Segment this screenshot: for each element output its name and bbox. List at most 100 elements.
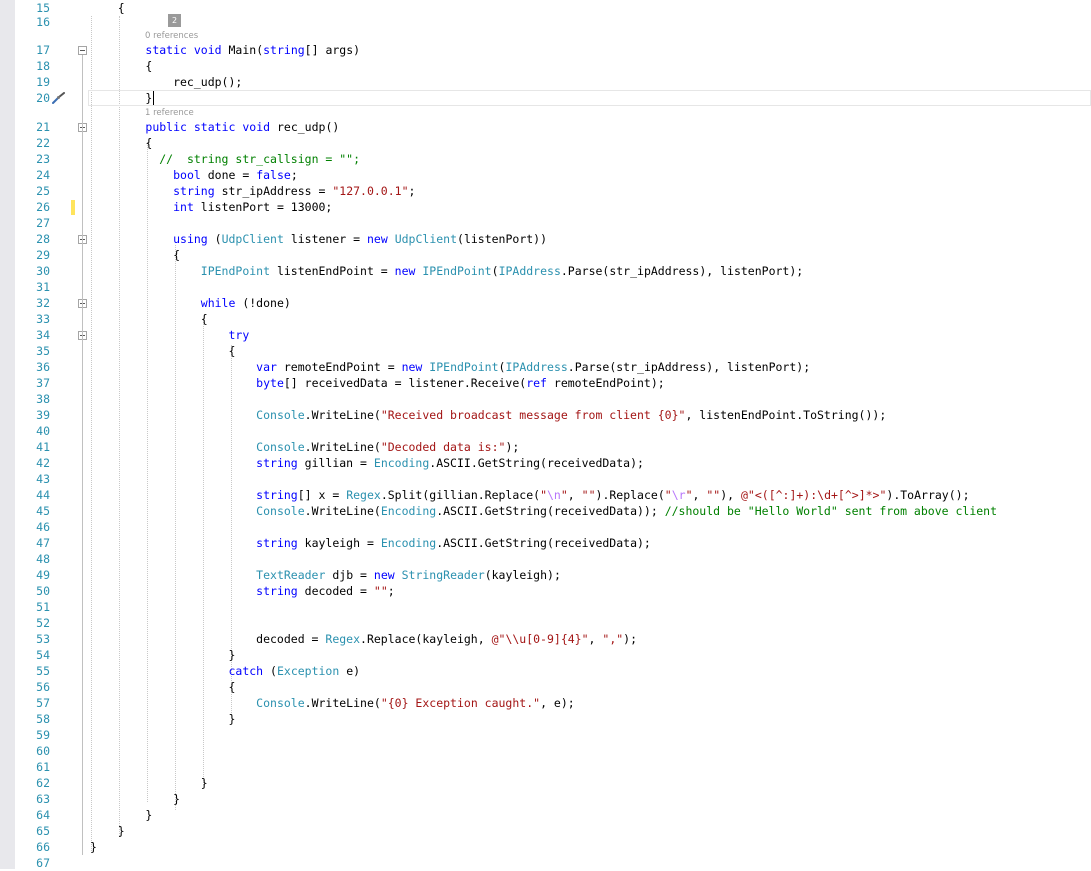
code-token: public: [145, 120, 187, 134]
code-token: );: [623, 632, 638, 646]
code-line[interactable]: }: [90, 775, 208, 791]
code-token: [] receivedData = listener.Receive(: [283, 376, 527, 390]
code-token: bool: [173, 168, 201, 182]
line-number: 27: [36, 216, 50, 230]
line-number: 59: [36, 728, 50, 742]
code-token: (kayleigh);: [484, 568, 561, 582]
line-number: 25: [36, 184, 50, 198]
code-line[interactable]: byte[] receivedData = listener.Receive(r…: [90, 375, 665, 391]
code-token: Console: [256, 504, 305, 518]
code-line[interactable]: Console.WriteLine(Encoding.ASCII.GetStri…: [90, 503, 997, 519]
code-token: TextReader: [256, 568, 326, 582]
code-line[interactable]: bool done = false;: [90, 167, 298, 183]
line-number: 64: [36, 808, 50, 822]
code-line[interactable]: public static void rec_udp(): [90, 119, 339, 135]
code-line[interactable]: }: [90, 791, 180, 807]
code-line[interactable]: while (!done): [90, 295, 291, 311]
code-line[interactable]: string[] x = Regex.Split(gillian.Replace…: [90, 487, 970, 503]
line-number: 50: [36, 584, 50, 598]
code-line[interactable]: static void Main(string[] args): [90, 42, 360, 58]
line-number: 33: [36, 312, 50, 326]
code-token: (: [491, 264, 499, 278]
code-token: Regex: [325, 632, 361, 646]
code-line[interactable]: decoded = Regex.Replace(kayleigh, @"\\u[…: [90, 631, 637, 647]
code-token: "Decoded data is:": [380, 440, 506, 454]
code-line[interactable]: }: [90, 839, 97, 855]
code-token: ,: [567, 488, 582, 502]
codelens-reference-count[interactable]: 0 references: [145, 31, 198, 41]
code-token: ": [664, 488, 672, 502]
code-line[interactable]: TextReader djb = new StringReader(kaylei…: [90, 567, 561, 583]
collapsed-hint-badge[interactable]: 2: [168, 14, 181, 27]
code-line[interactable]: IPEndPoint listenEndPoint = new IPEndPoi…: [90, 263, 803, 279]
line-number: 16: [36, 15, 50, 29]
code-token: ref: [526, 376, 547, 390]
code-token: ).ToArray();: [886, 488, 970, 502]
line-number: 34: [36, 328, 50, 342]
screwdriver-brush-icon[interactable]: [52, 92, 66, 104]
code-line[interactable]: string decoded = "";: [90, 583, 395, 599]
code-line[interactable]: {: [90, 135, 152, 151]
code-line[interactable]: }: [90, 90, 152, 106]
code-line[interactable]: }: [90, 823, 125, 839]
code-line[interactable]: }: [90, 711, 235, 727]
line-number: 49: [36, 568, 50, 582]
code-line[interactable]: {: [90, 247, 180, 263]
code-line[interactable]: string kayleigh = Encoding.ASCII.GetStri…: [90, 535, 651, 551]
code-token: UdpClient: [221, 232, 284, 246]
code-line[interactable]: }: [90, 807, 152, 823]
line-number: 58: [36, 712, 50, 726]
code-line[interactable]: string gillian = Encoding.ASCII.GetStrin…: [90, 455, 644, 471]
line-number: 23: [36, 152, 50, 166]
code-token: string: [256, 584, 298, 598]
line-number: 17: [36, 43, 50, 57]
code-token: [] args): [304, 43, 361, 57]
code-token: try: [228, 328, 250, 342]
code-line[interactable]: using (UdpClient listener = new UdpClien…: [90, 231, 547, 247]
code-token: IPEndPoint: [422, 264, 492, 278]
codelens-reference-count[interactable]: 1 reference: [145, 108, 194, 118]
code-line[interactable]: Console.WriteLine("{0} Exception caught.…: [90, 695, 575, 711]
code-line[interactable]: {: [90, 58, 152, 74]
code-line[interactable]: rec_udp();: [90, 74, 242, 90]
code-token: IPEndPoint: [200, 264, 271, 278]
code-line[interactable]: string str_ipAddress = "127.0.0.1";: [90, 183, 415, 199]
code-token: ).Replace(: [595, 488, 665, 502]
code-line[interactable]: {: [90, 0, 125, 16]
collapse-toggle-icon[interactable]: [78, 46, 87, 55]
code-line[interactable]: Console.WriteLine("Received broadcast me…: [90, 407, 886, 423]
code-line[interactable]: var remoteEndPoint = new IPEndPoint(IPAd…: [90, 359, 810, 375]
code-line[interactable]: Console.WriteLine("Decoded data is:");: [90, 439, 519, 455]
line-number: 44: [36, 488, 50, 502]
code-token: using: [173, 232, 208, 246]
code-token: .ASCII.GetString(receivedData));: [436, 504, 665, 518]
code-token: e): [339, 664, 361, 678]
code-token: .Replace(kayleigh,: [360, 632, 492, 646]
code-token: false: [256, 168, 291, 182]
code-line[interactable]: {: [90, 311, 208, 327]
code-line[interactable]: try: [90, 327, 249, 343]
code-token: .WriteLine(: [304, 504, 381, 518]
code-editor[interactable]: 15 16 17 18 19 20 21 22 23 24 25 26 27 28 29 30 31 32 33 34…: [0, 0, 1091, 870]
code-line[interactable]: {: [90, 679, 235, 695]
code-token: void: [193, 43, 222, 57]
code-line[interactable]: }: [90, 647, 235, 663]
code-line[interactable]: int listenPort = 13000;: [90, 199, 332, 215]
code-line[interactable]: {: [90, 343, 235, 359]
code-token: Console: [256, 440, 305, 454]
code-line[interactable]: // string str_callsign = "";: [90, 151, 360, 167]
code-token: Exception: [276, 664, 340, 678]
code-line[interactable]: catch (Exception e): [90, 663, 360, 679]
code-token: static: [145, 43, 187, 57]
